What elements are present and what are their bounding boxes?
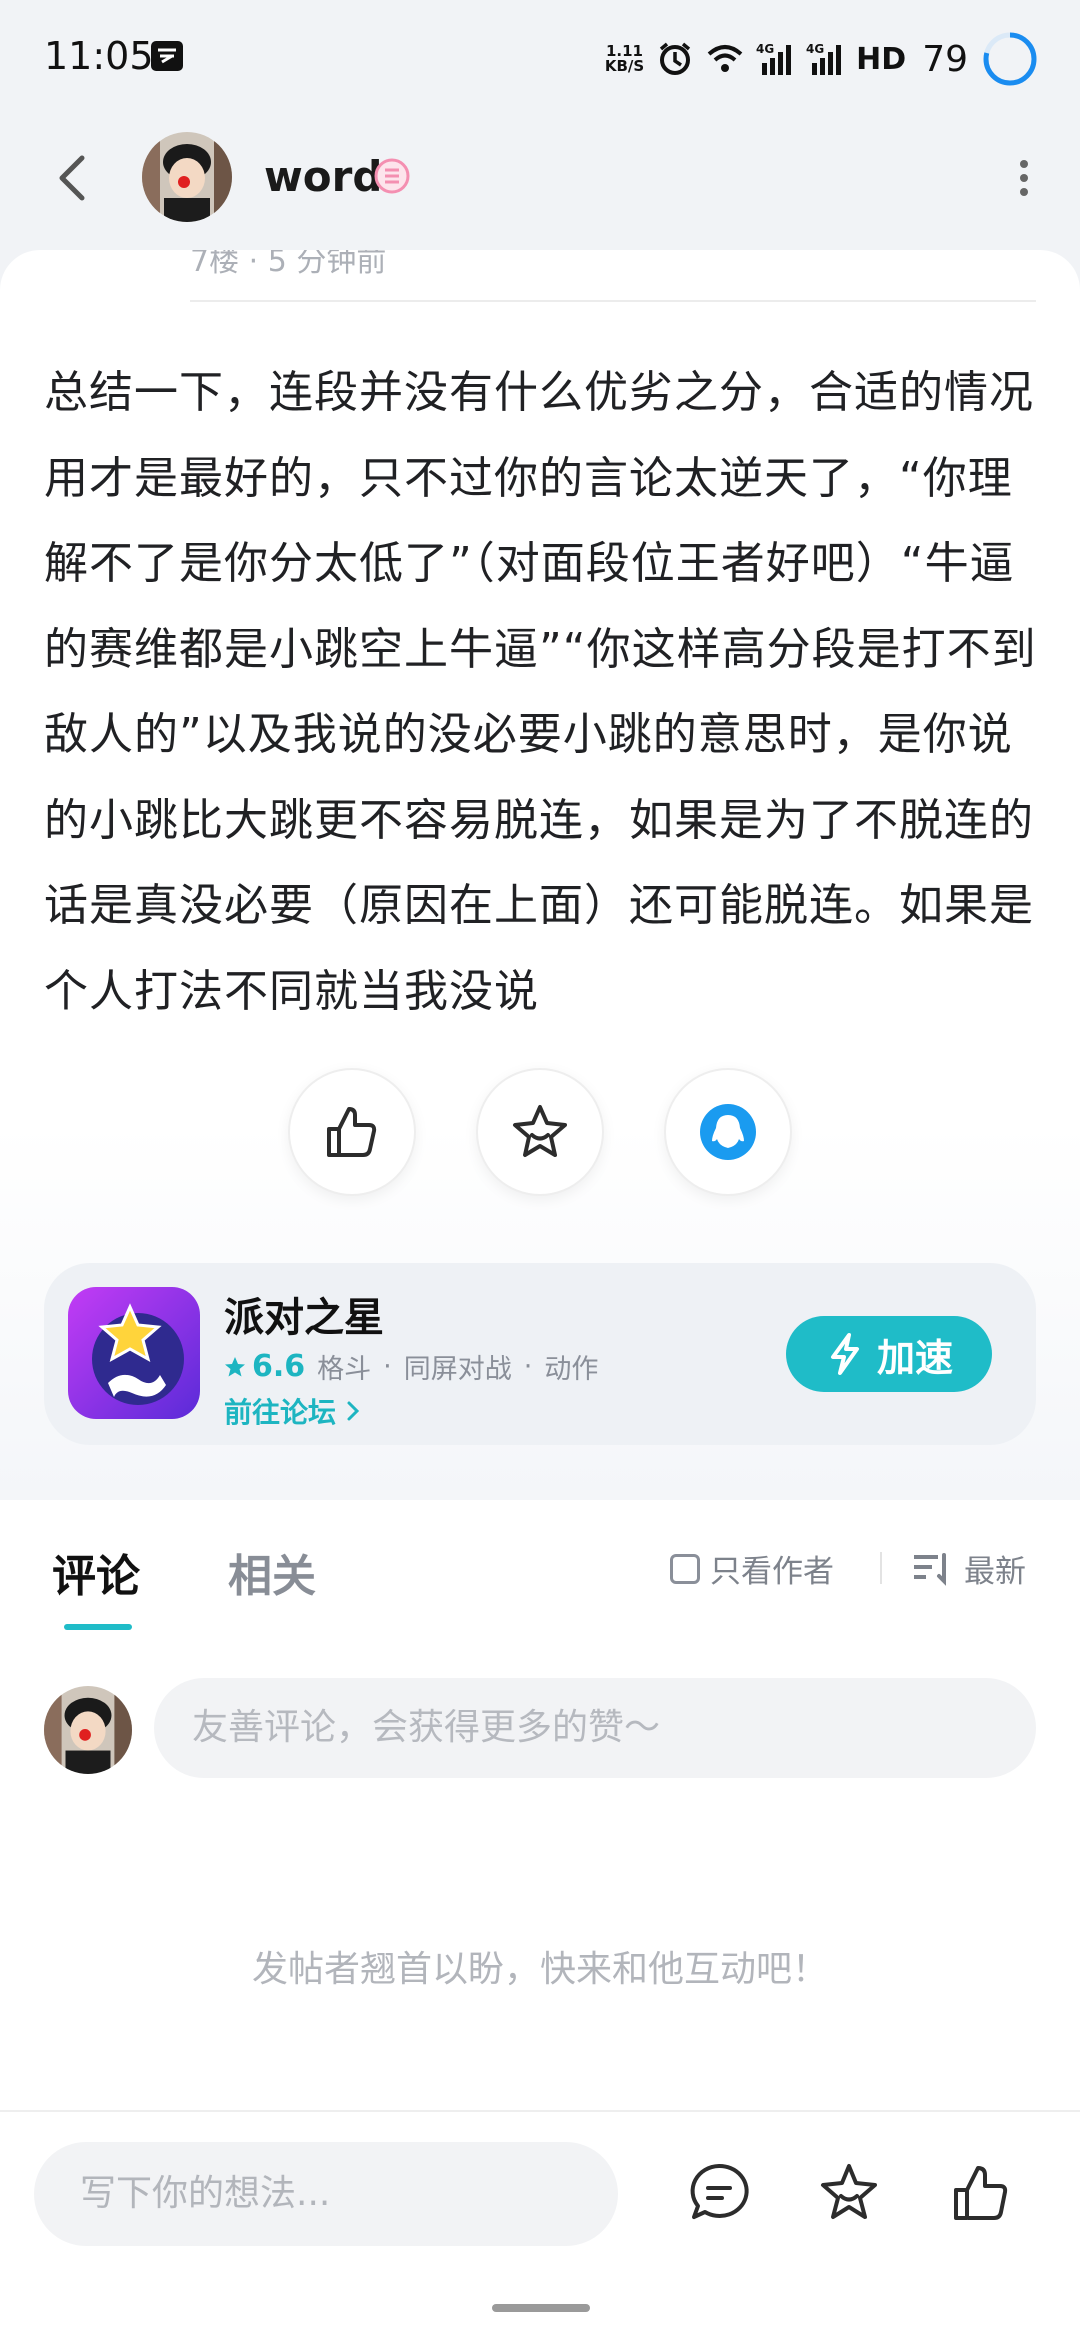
game-logo [68,1287,200,1419]
accelerate-button[interactable]: 加速 [786,1316,992,1392]
star-icon[interactable] [816,2160,882,2226]
signal-4g-icon: 4G [806,42,842,75]
like-button[interactable] [288,1068,416,1196]
hd-indicator: HD [856,41,907,77]
home-indicator [492,2304,590,2312]
net-speed-unit: KB/S [604,57,645,75]
active-tab-indicator [64,1624,132,1630]
rating-value: 6.6 [252,1349,306,1384]
comment-input[interactable]: 友善评论，会获得更多的赞～ [154,1678,1036,1778]
author-avatar[interactable] [142,132,232,222]
game-tag: 格斗 [317,1354,372,1385]
empty-comments-hint: 发帖者翘首以盼，快来和他互动吧！ [251,1949,828,1990]
post-card: 7楼 · 5 分钟前 总结一下，连段并没有什么优劣之分，合适的情况用才是最好的，… [0,250,1080,1500]
game-card[interactable]: 派对之星 6.6 格斗 · 同屏对战 · 动作 前往论坛 加速 [44,1263,1036,1445]
game-rating: 6.6 [224,1349,305,1384]
thumbs-up-icon[interactable] [948,2160,1014,2226]
share-qq-button[interactable] [664,1068,792,1196]
battery-level: 79 [922,38,968,80]
game-meta: 6.6 格斗 · 同屏对战 · 动作 [224,1347,598,1386]
avatar-image [142,132,232,222]
tag-separator: · [523,1351,533,1382]
battery-ring-icon [983,32,1037,86]
post-actions [288,1068,792,1196]
post-meta: 7楼 · 5 分钟前 [190,250,387,279]
svg-text:4G: 4G [806,42,824,56]
favorite-button[interactable] [476,1068,604,1196]
accelerate-label: 加速 [876,1335,953,1380]
net-speed: 1.11 KB/S [605,44,644,74]
chevron-right-icon [347,1401,360,1421]
author-only-filter[interactable]: 只看作者 [670,1546,834,1591]
tab-related[interactable]: 相关 [228,1540,316,1604]
wifi-icon [707,45,743,72]
author-only-label: 只看作者 [710,1554,834,1590]
svg-text:4G: 4G [756,42,774,56]
star-icon [513,1105,567,1157]
tag-separator: · [383,1351,392,1382]
checkbox-icon [670,1553,700,1584]
forum-link-label: 前往论坛 [224,1396,337,1429]
alarm-icon [660,42,691,75]
comment-bubble-icon[interactable] [686,2160,752,2226]
sort-toggle[interactable]: 最新 [912,1546,1026,1591]
divider [190,300,1036,302]
status-time: 11:05 [44,34,154,78]
sort-label: 最新 [964,1554,1026,1590]
lightning-icon [830,1333,859,1375]
signal-4g-icon: 4G [756,42,792,75]
post-body-text: 总结一下，连段并没有什么优劣之分，合适的情况用才是最好的，只不过你的言论太逆天了… [44,367,1037,1017]
author-name[interactable]: word [264,152,382,201]
game-tag: 同屏对战 [403,1354,512,1385]
bottom-bar: 写下你的想法... [0,2110,1080,2340]
post-header: word [0,118,1080,252]
qq-penguin-icon [700,1104,756,1160]
thumbs-up-icon [327,1107,377,1157]
level-badge-icon [374,158,410,194]
game-icon [68,1287,200,1419]
game-title: 派对之星 [224,1295,384,1341]
status-bar: 11:05 1.11 KB/S 4G 4G HD 79 [0,0,1080,118]
comments-section: 评论 相关 只看作者 最新 友善评论，会获得更多的赞～ 发帖者翘首以盼，快来和他… [0,1500,1080,2110]
go-to-forum-link[interactable]: 前往论坛 [224,1391,362,1431]
user-avatar[interactable] [44,1686,132,1774]
app-notification-icon [151,41,183,71]
filter-separator [880,1552,882,1584]
tab-comments[interactable]: 评论 [52,1540,140,1604]
back-chevron-icon[interactable] [50,148,96,208]
game-tag: 动作 [544,1354,599,1385]
thoughts-input[interactable]: 写下你的想法... [34,2142,618,2246]
rating-star-icon [225,1356,245,1376]
sort-icon [914,1552,946,1586]
avatar-image [44,1686,132,1774]
more-vertical-icon[interactable] [1012,148,1036,208]
status-icons: 1.11 KB/S 4G 4G HD 79 [605,24,1040,94]
